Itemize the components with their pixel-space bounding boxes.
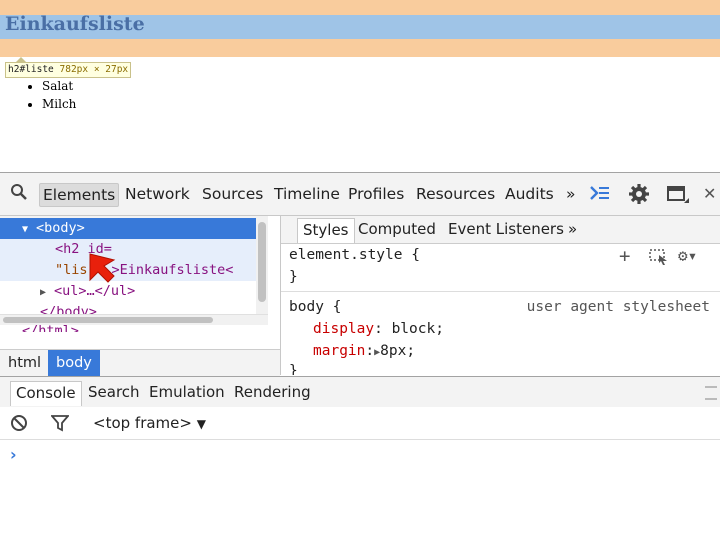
body-rule-selector[interactable]: body { — [289, 299, 341, 315]
mouse-cursor-icon — [89, 253, 116, 283]
dock-side-icon[interactable] — [666, 185, 690, 210]
collapsed-triangle-icon[interactable]: ▶ — [40, 282, 54, 303]
tab-audits[interactable]: Audits — [505, 185, 554, 203]
css-property-display[interactable]: display: block; — [313, 321, 444, 337]
console-prompt[interactable]: › — [10, 445, 17, 464]
tooltip-size: 782px × 27px — [59, 64, 129, 75]
tooltip-selector: h2#liste — [8, 64, 54, 75]
clear-console-icon[interactable] — [10, 414, 28, 436]
devtools-panel: Elements Network Sources Timeline Profil… — [0, 172, 720, 535]
console-drawer-icon[interactable] — [589, 184, 611, 207]
tree-node-body-close[interactable]: </body> — [0, 302, 256, 314]
gear-icon[interactable] — [628, 183, 650, 210]
more-tabs-button[interactable]: » — [566, 185, 575, 203]
breadcrumb-body[interactable]: body — [48, 350, 100, 376]
shopping-list: Salat Milch — [22, 77, 76, 113]
tab-styles[interactable]: Styles — [297, 218, 355, 243]
console-toolbar: <top frame> ▼ — [0, 407, 720, 440]
element-state-icon[interactable] — [649, 249, 669, 269]
add-rule-icon[interactable]: + — [619, 245, 630, 267]
tree-node-h2[interactable]: <h2 id= — [0, 239, 256, 260]
frame-selector[interactable]: <top frame> ▼ — [93, 414, 206, 432]
tab-timeline[interactable]: Timeline — [274, 185, 340, 203]
chevron-down-icon: ▼ — [196, 417, 206, 431]
close-icon[interactable]: ✕ — [703, 184, 716, 203]
scrollbar-thumb[interactable] — [3, 317, 213, 323]
tab-console[interactable]: Console — [10, 381, 82, 406]
expand-triangle-icon[interactable]: ▼ — [22, 219, 36, 240]
tree-vertical-scrollbar[interactable] — [256, 216, 268, 314]
page-heading[interactable]: Einkaufsliste — [5, 13, 145, 35]
tree-horizontal-scrollbar[interactable] — [0, 314, 268, 325]
user-agent-label: user agent stylesheet — [526, 299, 710, 315]
styles-pane: element.style { + ⚙▾ } body { user agent… — [281, 244, 720, 375]
breadcrumb-html[interactable]: html — [0, 350, 49, 376]
scrollbar-thumb[interactable] — [258, 222, 266, 302]
tree-node-h2-continued[interactable]: "lis >Einkaufsliste< — [0, 260, 256, 281]
tab-network[interactable]: Network — [125, 185, 190, 203]
console-input-area[interactable] — [0, 468, 720, 535]
list-item[interactable]: Salat — [42, 77, 76, 95]
tab-resources[interactable]: Resources — [416, 185, 495, 203]
tree-node-ul[interactable]: ▶ <ul>…</ul> — [0, 281, 256, 302]
tab-elements[interactable]: Elements — [39, 183, 120, 207]
more-sidebar-tabs-button[interactable]: » — [568, 220, 577, 238]
css-property-margin[interactable]: margin:▶8px; — [313, 343, 415, 359]
filter-icon[interactable] — [50, 414, 70, 436]
body-rule-close: } — [289, 363, 298, 375]
drawer-resize-handle[interactable] — [705, 386, 717, 400]
search-icon[interactable] — [10, 183, 28, 206]
drawer-tabs: Console Search Emulation Rendering — [0, 376, 720, 408]
list-item[interactable]: Milch — [42, 95, 76, 113]
tab-profiles[interactable]: Profiles — [348, 185, 404, 203]
tab-computed[interactable]: Computed — [358, 220, 436, 238]
tab-event-listeners[interactable]: Event Listeners — [448, 220, 564, 238]
settings-gear-icon[interactable]: ⚙▾ — [678, 246, 697, 265]
element-style-selector[interactable]: element.style { — [289, 247, 420, 263]
rule-separator — [281, 291, 720, 292]
styles-sidebar-tabs: Styles Computed Event Listeners » — [281, 216, 720, 244]
devtools-toolbar: Elements Network Sources Timeline Profil… — [0, 173, 720, 216]
tab-search[interactable]: Search — [88, 383, 140, 401]
elements-tree: ▼ <body> <h2 id= "lis >Einkaufsliste< ▶ <ul… — [0, 216, 256, 314]
tab-sources[interactable]: Sources — [202, 185, 263, 203]
tab-emulation[interactable]: Emulation — [149, 383, 225, 401]
element-style-close: } — [289, 269, 298, 285]
tab-rendering[interactable]: Rendering — [234, 383, 311, 401]
breadcrumb: html body — [0, 349, 280, 376]
tree-node-body[interactable]: ▼ <body> — [0, 218, 256, 239]
rendered-page: Einkaufsliste h2#liste 782px × 27px Sala… — [0, 0, 720, 172]
inspect-tooltip: h2#liste 782px × 27px — [5, 62, 132, 78]
